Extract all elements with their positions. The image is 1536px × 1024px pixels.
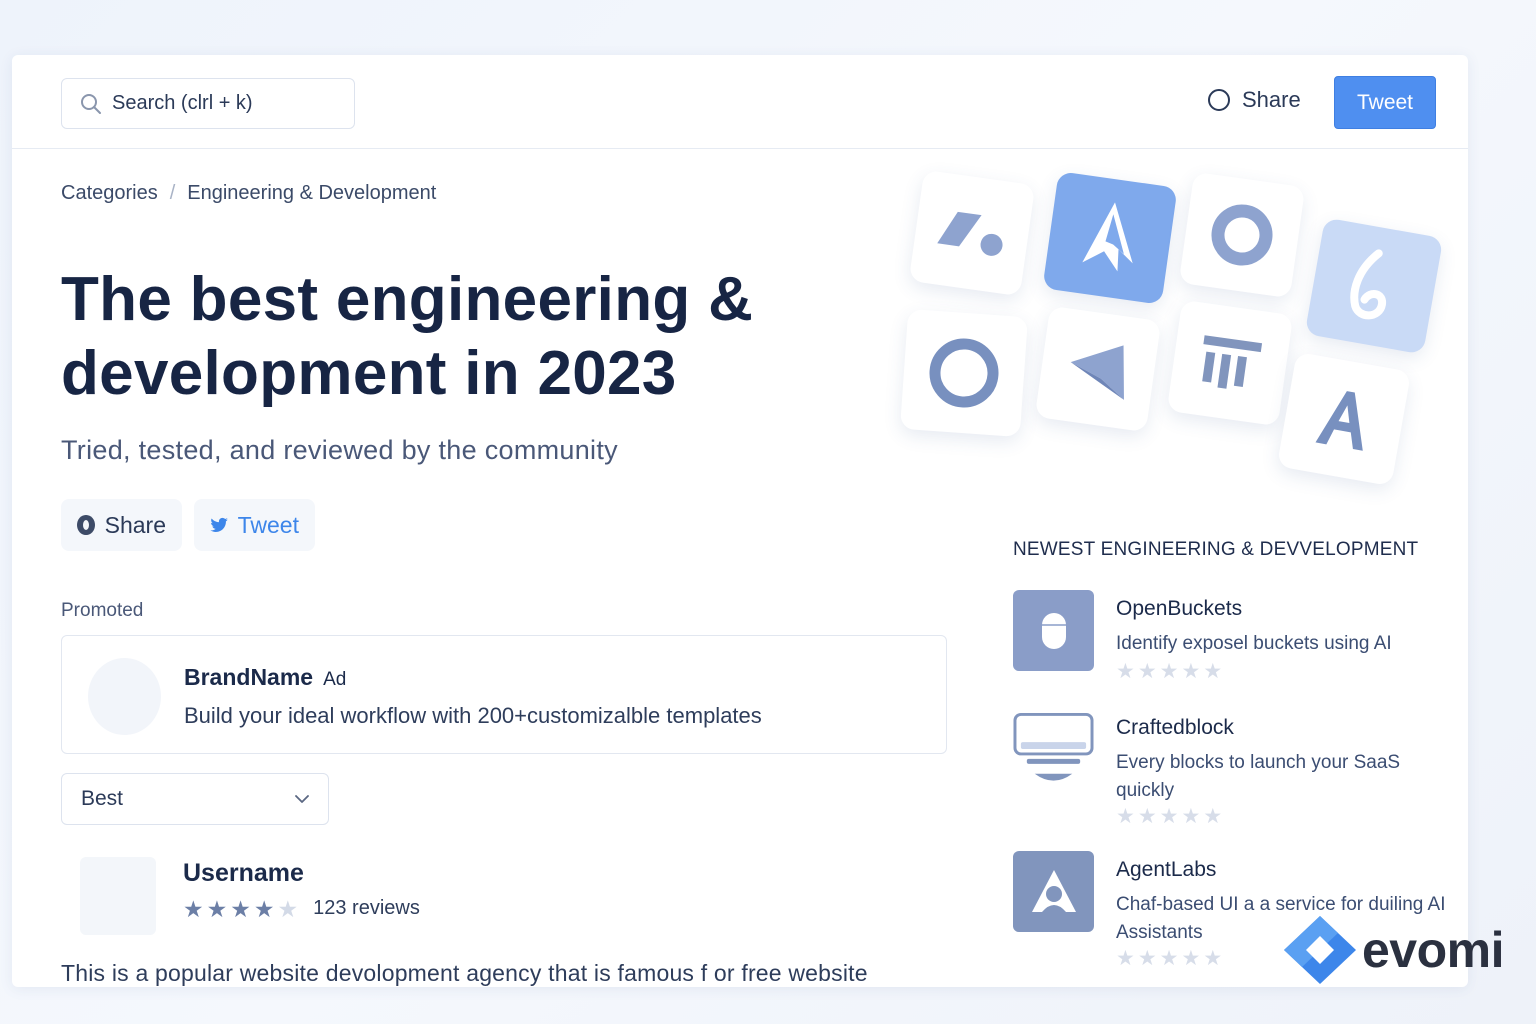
star-icon: ★ xyxy=(1159,947,1179,970)
sort-selected-value: Best xyxy=(81,787,124,810)
product-rating: ★ ★ ★ ★ ★ xyxy=(1116,947,1225,970)
review-star-row: ★ ★ ★ ★ ★ xyxy=(183,895,301,922)
columns-logo-icon xyxy=(1202,335,1263,389)
twitter-bird-icon xyxy=(210,517,228,532)
shapes-logo-icon xyxy=(937,211,1003,256)
tweet-button[interactable]: Tweet xyxy=(1334,76,1436,129)
breadcrumb-separator: / xyxy=(169,182,176,204)
share-label: Share xyxy=(1242,87,1301,112)
logo-tile-7 xyxy=(1166,299,1294,427)
star-icon: ★ xyxy=(1181,947,1201,970)
page-title-line1: The best engineering & xyxy=(61,265,754,334)
paper-plane-logo-icon xyxy=(1070,345,1124,400)
star-icon: ★ xyxy=(1203,805,1223,828)
product-rating: ★ ★ ★ ★ ★ xyxy=(1116,805,1225,828)
brand-name: BrandName xyxy=(184,664,314,690)
evomi-brand-text: evomi xyxy=(1362,922,1505,978)
product-rating: ★ ★ ★ ★ ★ xyxy=(1116,660,1225,683)
star-icon: ★ xyxy=(1181,660,1201,683)
search-placeholder: Search (clrl + k) xyxy=(112,92,253,114)
promoted-label: Promoted xyxy=(61,600,144,621)
star-icon: ★ xyxy=(277,895,299,922)
brand-avatar xyxy=(88,658,161,735)
search-input[interactable]: Search (clrl + k) xyxy=(61,78,355,129)
star-icon: ★ xyxy=(253,895,275,922)
star-icon: ★ xyxy=(183,895,204,922)
newest-section-title: NEWEST ENGINEERING & DEVVELOPMENT xyxy=(1013,539,1419,560)
circle-icon xyxy=(1208,89,1230,111)
sort-select[interactable]: Best xyxy=(61,773,329,825)
page-title-line2: development in 2023 xyxy=(61,339,677,408)
evomi-logo-icon xyxy=(1284,916,1356,984)
star-icon: ★ xyxy=(206,895,228,922)
star-icon: ★ xyxy=(1137,660,1157,683)
logo-tile-5 xyxy=(899,308,1029,438)
logo-tile-2 xyxy=(1042,171,1178,305)
star-icon: ★ xyxy=(1181,805,1201,828)
breadcrumb-categories[interactable]: Categories xyxy=(61,182,158,205)
product-description: Identify exposel buckets using AI xyxy=(1116,633,1392,654)
share-button-label: Share xyxy=(104,511,166,538)
star-icon: ★ xyxy=(1203,660,1223,683)
evomi-watermark: evomi xyxy=(1282,914,1505,986)
star-icon: ★ xyxy=(1116,660,1135,683)
monitor-icon xyxy=(1013,709,1094,790)
logo-tile-4 xyxy=(1304,217,1444,355)
review-count[interactable]: 123 reviews xyxy=(313,897,420,920)
star-icon: ★ xyxy=(1159,660,1179,683)
tweet-share-label: Tweet xyxy=(237,511,299,538)
star-icon: ★ xyxy=(1137,805,1157,828)
logo-tile-1 xyxy=(908,169,1036,297)
letter-a-logo-icon xyxy=(1315,391,1363,451)
share-link[interactable]: Share xyxy=(1208,87,1301,113)
agent-icon xyxy=(1013,851,1094,932)
star-icon: ★ xyxy=(1159,805,1179,828)
circle-logo-icon xyxy=(929,338,999,408)
star-icon: ★ xyxy=(1137,947,1157,970)
star-icon: ★ xyxy=(230,895,251,922)
script-b-logo-icon xyxy=(1350,249,1386,320)
newest-item[interactable]: Craftedblock Every blocks to launch your… xyxy=(1013,709,1453,834)
review-username[interactable]: Username xyxy=(183,859,304,888)
promoted-card[interactable]: BrandName Ad Build your ideal workflow wi… xyxy=(61,635,947,754)
page-title: The best engineering & development in 20… xyxy=(61,263,781,411)
product-name[interactable]: Craftedblock xyxy=(1116,716,1234,740)
search-icon xyxy=(81,93,101,114)
user-avatar xyxy=(80,857,156,935)
page-card: Search (clrl + k) Share Tweet Categories… xyxy=(12,55,1468,987)
newest-item[interactable]: OpenBuckets Identify exposel buckets usi… xyxy=(1013,590,1453,690)
top-bar: Search (clrl + k) Share Tweet xyxy=(12,55,1468,149)
logo-tile-3 xyxy=(1178,171,1306,299)
chevron-down-icon xyxy=(295,794,309,803)
tweet-share-button[interactable]: Tweet xyxy=(194,499,315,551)
share-icon xyxy=(77,515,95,535)
product-name[interactable]: OpenBuckets xyxy=(1116,597,1242,621)
ad-badge: Ad xyxy=(323,669,347,690)
star-icon: ★ xyxy=(1203,947,1223,970)
promo-description: Build your ideal workflow with 200+custo… xyxy=(184,703,762,728)
ring-logo-icon xyxy=(1211,204,1273,266)
star-icon: ★ xyxy=(1116,805,1135,828)
bucket-icon xyxy=(1013,590,1094,671)
breadcrumb: Categories / Engineering & Development xyxy=(61,182,436,205)
star-icon: ★ xyxy=(1116,947,1135,970)
breadcrumb-current[interactable]: Engineering & Development xyxy=(187,182,436,205)
logo-tile-8 xyxy=(1276,351,1412,487)
hero-logo-collage xyxy=(882,155,1444,505)
logo-tile-6 xyxy=(1034,305,1162,433)
promo-brand-name: BrandName Ad xyxy=(184,664,346,691)
share-button[interactable]: Share xyxy=(61,499,182,551)
review-rating: ★ ★ ★ ★ ★ 123 reviews xyxy=(183,897,420,920)
review-text: This is a popular website devolopment ag… xyxy=(61,960,868,986)
product-description: Every blocks to launch your SaaS quickly xyxy=(1116,752,1401,801)
product-name[interactable]: AgentLabs xyxy=(1116,858,1216,882)
rocket-logo-icon xyxy=(1082,202,1133,272)
page-subtitle: Tried, tested, and reviewed by the commu… xyxy=(61,435,618,465)
